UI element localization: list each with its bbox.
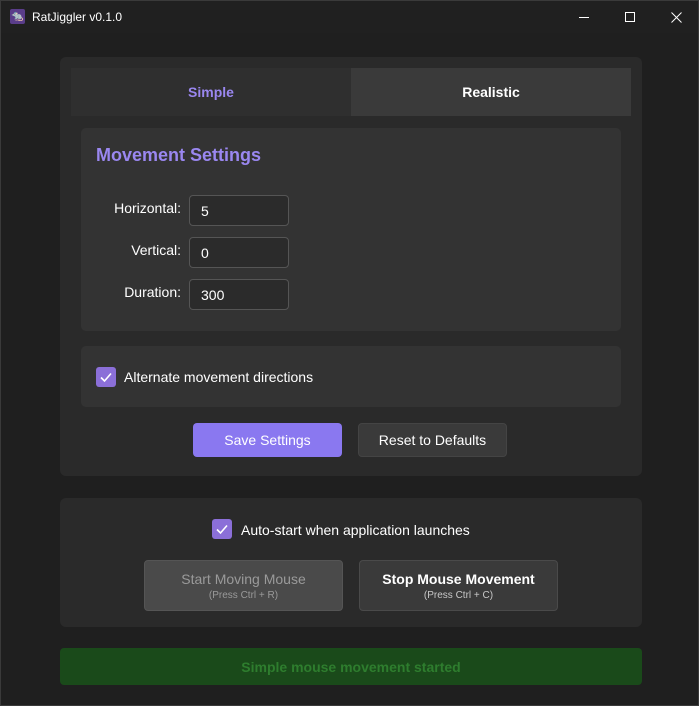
start-moving-button[interactable]: Start Moving Mouse (Press Ctrl + R) [144,560,343,611]
mode-tabs: Simple Realistic [71,68,631,116]
reset-defaults-button[interactable]: Reset to Defaults [358,423,507,457]
close-icon [670,11,682,23]
stop-shortcut-hint: (Press Ctrl + C) [423,589,494,601]
start-shortcut-hint: (Press Ctrl + R) [208,589,279,601]
tab-simple[interactable]: Simple [71,68,351,116]
autostart-label: Auto-start when application launches [241,522,470,538]
rat-app-icon: 🐀 [10,9,25,24]
status-bar: Simple mouse movement started [60,648,642,685]
save-settings-button[interactable]: Save Settings [193,423,342,457]
tab-realistic[interactable]: Realistic [351,68,631,116]
duration-label: Duration: [124,284,181,300]
title-bar[interactable]: 🐀 RatJiggler v0.1.0 [1,1,698,33]
alternate-directions-box: Alternate movement directions [81,346,621,407]
duration-input[interactable]: 300 [189,279,289,310]
settings-panel: Simple Realistic Movement Settings Horiz… [60,57,642,476]
horizontal-input[interactable]: 5 [189,195,289,226]
minimize-icon [579,16,589,18]
movement-settings-title: Movement Settings [96,145,262,165]
autostart-checkbox[interactable] [212,519,232,539]
alternate-directions-checkbox[interactable] [96,367,116,387]
checkmark-icon [100,372,112,383]
vertical-label: Vertical: [131,242,181,258]
maximize-icon [625,12,635,22]
checkmark-icon [216,524,228,535]
movement-settings-box: Movement Settings Horizontal: 5 Vertical… [81,128,621,331]
horizontal-label: Horizontal: [114,200,181,216]
control-panel: Auto-start when application launches Sta… [60,498,642,627]
app-window: 🐀 RatJiggler v0.1.0 Simple Realistic Mov… [0,0,699,706]
maximize-button[interactable] [607,1,653,33]
alternate-directions-label: Alternate movement directions [124,369,314,385]
close-button[interactable] [653,1,699,33]
stop-movement-button[interactable]: Stop Mouse Movement (Press Ctrl + C) [359,560,558,611]
stop-movement-label: Stop Mouse Movement [382,570,535,587]
window-title: RatJiggler v0.1.0 [32,10,123,24]
vertical-input[interactable]: 0 [189,237,289,268]
minimize-button[interactable] [561,1,607,33]
start-moving-label: Start Moving Mouse [181,570,306,587]
